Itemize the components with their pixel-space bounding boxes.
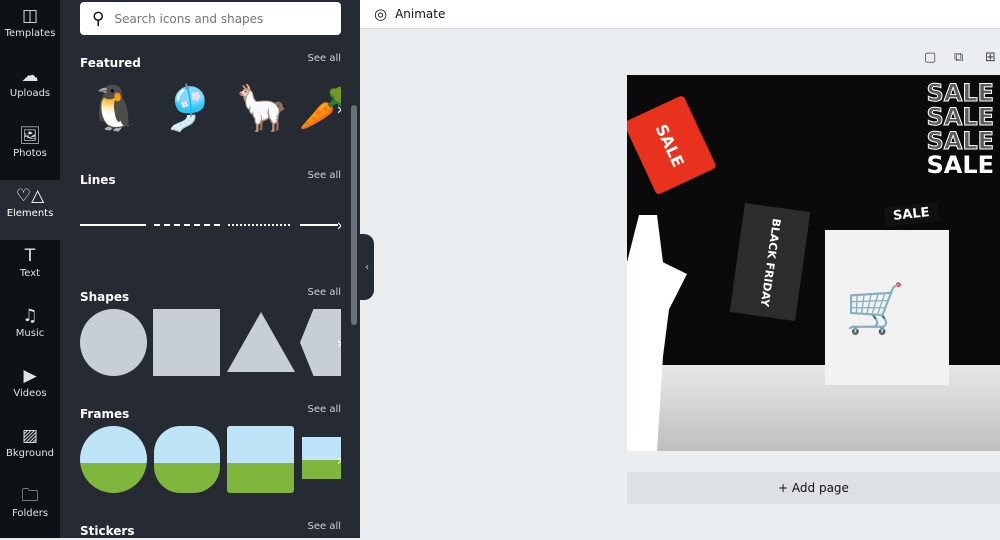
sidebar-item-music[interactable]: ♫ Music: [0, 300, 60, 360]
dashed-line[interactable]: [154, 224, 220, 226]
music-icon: ♫: [22, 306, 38, 326]
sidebar-item-text[interactable]: T Text: [0, 240, 60, 300]
sale-word: SALE: [926, 79, 995, 107]
circle-frame[interactable]: [80, 426, 147, 493]
text-icon: T: [24, 246, 36, 266]
section-lines: Lines See all: [80, 169, 341, 188]
hexagon-shape[interactable]: [300, 309, 341, 376]
shapes-row: ›: [80, 308, 341, 378]
see-all-lines[interactable]: See all: [307, 170, 341, 181]
section-featured: Featured See all: [80, 52, 341, 71]
video-icon: ▶: [23, 366, 37, 386]
circle-shape[interactable]: [80, 309, 147, 376]
collapse-panel-button[interactable]: ‹: [360, 234, 374, 300]
notes-icon[interactable]: ▢: [924, 50, 936, 65]
section-shapes: Shapes See all: [80, 286, 341, 305]
shopping-bag: SALE 🛒: [825, 202, 949, 385]
sidebar-item-label: Folders: [11, 508, 49, 519]
sidebar-item-label: Bkground: [5, 448, 55, 459]
sidebar-item-label: Elements: [6, 208, 54, 219]
chevron-right-icon[interactable]: ›: [337, 216, 341, 235]
sidebar-item-photos[interactable]: 🖼 Photos: [0, 120, 60, 180]
sidebar-item-label: Uploads: [9, 88, 51, 99]
sale-word: SALE: [926, 103, 995, 131]
hang-tag-text: BLACK FRIDAY: [757, 217, 783, 307]
search-box[interactable]: ⚲: [80, 2, 341, 35]
section-title: Lines: [80, 173, 116, 187]
sidebar-item-label: Photos: [13, 148, 47, 159]
see-all-shapes[interactable]: See all: [307, 287, 341, 298]
llama-sticker[interactable]: 🦙: [228, 74, 296, 142]
sidebar-item-elements[interactable]: ♡△ Elements: [0, 180, 60, 240]
ornament-sticker[interactable]: 🎐: [154, 74, 222, 142]
scalloped-frame[interactable]: [154, 426, 220, 493]
panel-scrollbar[interactable]: [351, 105, 357, 325]
templates-icon: ◫: [21, 6, 39, 26]
square-shape[interactable]: [153, 309, 220, 376]
chevron-right-icon[interactable]: ›: [337, 334, 341, 353]
design-canvas[interactable]: SALE SALE SALE SALE SALE BLACK FRIDAY SA…: [627, 75, 1000, 451]
sale-stack: SALE SALE SALE SALE: [926, 79, 995, 179]
sale-word: SALE: [926, 151, 994, 179]
elements-panel: ⚲ Featured See all 🐧 🎐 🦙 🥕 › Lines See all…: [60, 0, 360, 538]
sale-tag: SALE: [627, 94, 717, 196]
section-title: Featured: [80, 56, 141, 70]
search-input[interactable]: [114, 11, 315, 26]
section-stickers: Stickers See all: [80, 520, 341, 539]
lines-row: ›: [80, 190, 341, 260]
triangle-shape[interactable]: [227, 312, 295, 372]
section-title: Frames: [80, 407, 130, 421]
sidebar-item-templates[interactable]: ◫ Templates: [0, 0, 60, 60]
see-all-stickers[interactable]: See all: [307, 521, 341, 532]
elements-icon: ♡△: [15, 186, 45, 206]
vegetables-sticker[interactable]: 🥕: [292, 74, 341, 142]
background-icon: ▨: [21, 426, 39, 446]
sidebar-item-bkground[interactable]: ▨ Bkground: [0, 420, 60, 480]
sale-word: SALE: [926, 127, 995, 155]
dotted-line[interactable]: [228, 224, 290, 226]
upload-cloud-icon: ☁: [21, 66, 39, 86]
see-all-frames[interactable]: See all: [307, 404, 341, 415]
sale-tag-text: SALE: [651, 120, 689, 170]
section-title: Shapes: [80, 290, 130, 304]
add-page-button[interactable]: + Add page: [627, 472, 1000, 504]
sidebar-item-folders[interactable]: 🗀 Folders: [0, 480, 60, 540]
sidebar-item-videos[interactable]: ▶ Videos: [0, 360, 60, 420]
featured-row: 🐧 🎐 🦙 🥕 ›: [80, 74, 341, 144]
sidebar-rail: ◫ Templates ☁ Uploads 🖼 Photos ♡△ Elements T Text…: [0, 0, 60, 538]
arrow-line[interactable]: [300, 224, 338, 226]
section-frames: Frames See all: [80, 403, 341, 422]
sidebar-item-label: Music: [15, 328, 45, 339]
sidebar-item-label: Videos: [13, 388, 47, 399]
search-icon: ⚲: [92, 8, 105, 29]
black-friday-hang-tag: BLACK FRIDAY: [729, 202, 811, 322]
folder-icon: 🗀: [21, 486, 39, 506]
see-all-featured[interactable]: See all: [307, 53, 341, 64]
shopper-cart-icon: 🛒: [845, 281, 905, 337]
duplicate-page-icon[interactable]: ⧉: [954, 50, 963, 65]
bag-sale-label: SALE: [884, 202, 939, 227]
rectangle-frame[interactable]: [302, 437, 341, 479]
sidebar-item-label: Templates: [4, 28, 56, 39]
animate-button[interactable]: Animate: [395, 7, 445, 21]
chevron-left-icon: ‹: [365, 261, 369, 273]
sidebar-item-label: Text: [19, 268, 41, 279]
photo-icon: 🖼: [19, 126, 41, 146]
sidebar-item-uploads[interactable]: ☁ Uploads: [0, 60, 60, 120]
solid-line[interactable]: [80, 224, 146, 226]
add-page-icon[interactable]: ⊞: [985, 50, 996, 65]
animate-icon: ◎: [374, 5, 388, 23]
chevron-right-icon[interactable]: ›: [337, 451, 341, 470]
penguin-sticker[interactable]: 🐧: [80, 74, 148, 142]
chevron-right-icon[interactable]: ›: [337, 100, 341, 119]
top-toolbar: ◎ Animate: [360, 0, 1000, 29]
section-title: Stickers: [80, 524, 135, 538]
frames-row: ›: [80, 425, 341, 495]
square-frame[interactable]: [227, 426, 294, 493]
